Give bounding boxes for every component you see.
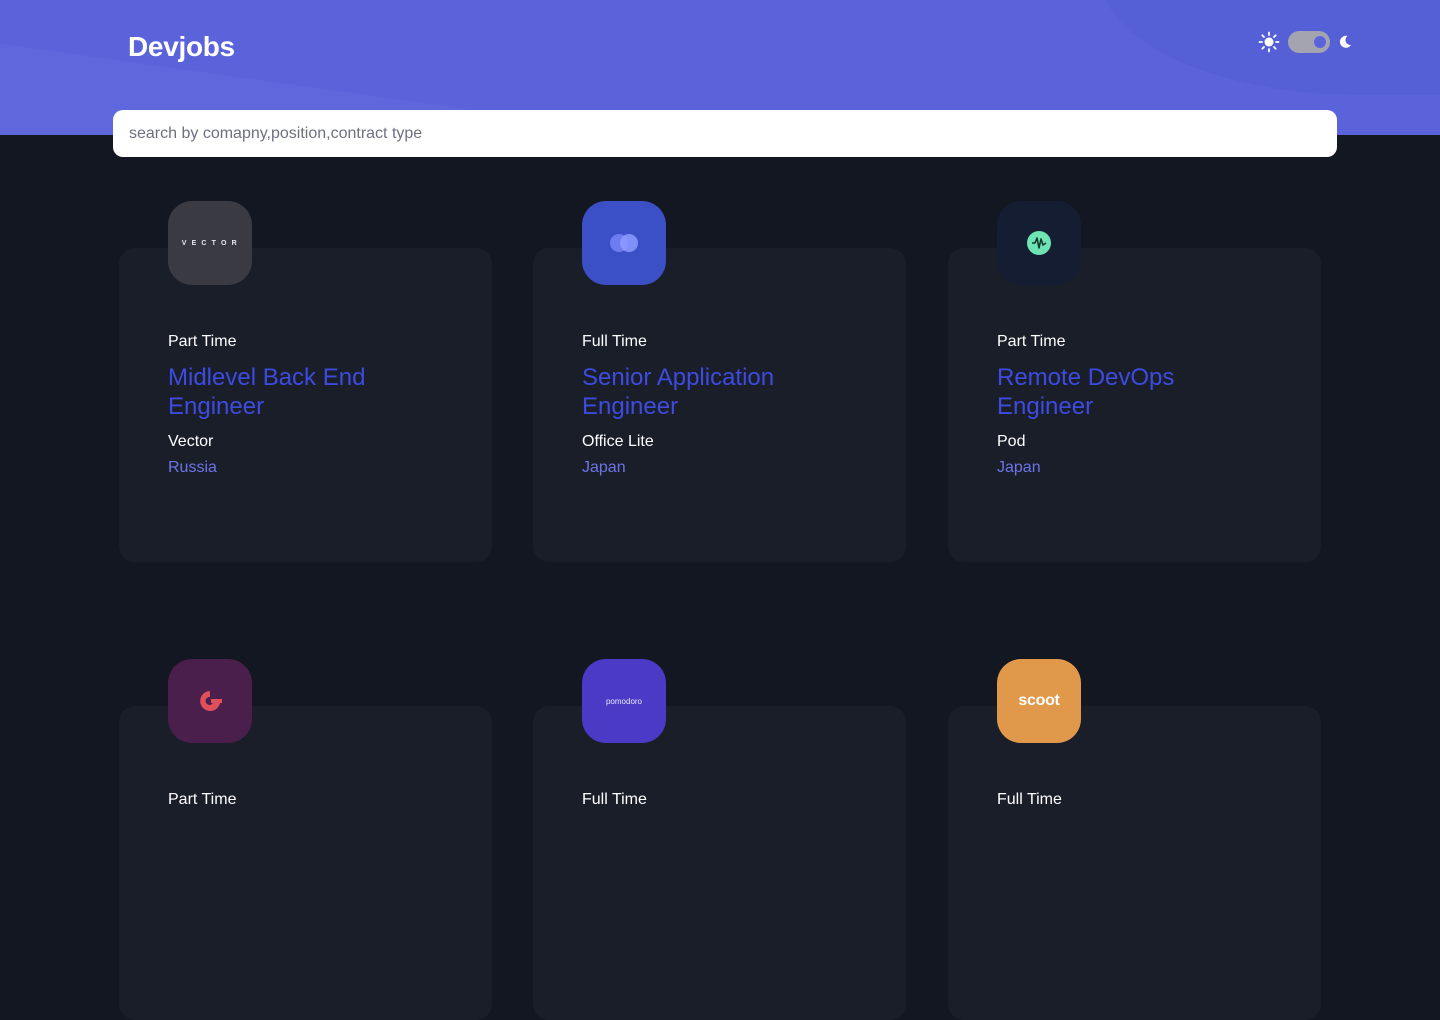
job-location: Japan xyxy=(997,459,1041,476)
job-position[interactable]: Remote DevOps Engineer xyxy=(997,363,1247,421)
scoot-logo: scoot xyxy=(1018,692,1060,709)
theme-switcher xyxy=(1258,30,1352,54)
vector-logo: V E C T O R xyxy=(181,239,239,247)
creative-logo-icon xyxy=(200,691,222,711)
contract-type: Full Time xyxy=(997,791,1062,808)
company-logo xyxy=(582,201,666,285)
job-card[interactable] xyxy=(948,706,1321,1020)
job-card[interactable] xyxy=(119,706,492,1020)
company-name: Vector xyxy=(168,433,214,450)
contract-type: Part Time xyxy=(168,791,237,808)
contract-type: Full Time xyxy=(582,791,647,808)
job-position[interactable]: Senior Application Engineer xyxy=(582,363,832,421)
company-name: Office Lite xyxy=(582,433,654,450)
company-logo: V E C T O R xyxy=(168,201,252,285)
contract-type: Part Time xyxy=(168,333,237,350)
pomodoro-logo: pomodoro xyxy=(605,696,643,706)
company-logo: pomodoro xyxy=(582,659,666,743)
contract-type: Full Time xyxy=(582,333,647,350)
theme-toggle-knob xyxy=(1314,36,1326,48)
job-position[interactable]: Midlevel Back End Engineer xyxy=(168,363,418,421)
sun-icon xyxy=(1258,31,1280,53)
theme-toggle[interactable] xyxy=(1288,31,1330,53)
contract-type: Part Time xyxy=(997,333,1066,350)
job-location: Russia xyxy=(168,459,217,476)
app-logo[interactable]: Devjobs xyxy=(128,31,235,63)
company-logo xyxy=(997,201,1081,285)
search-input[interactable] xyxy=(113,110,1337,157)
company-name: Pod xyxy=(997,433,1026,450)
moon-icon xyxy=(1339,35,1351,48)
company-logo xyxy=(168,659,252,743)
company-logo: scoot xyxy=(997,659,1081,743)
office-lite-icon xyxy=(610,234,638,252)
pod-icon xyxy=(1027,231,1051,255)
job-card[interactable] xyxy=(533,706,906,1020)
job-location: Japan xyxy=(582,459,626,476)
